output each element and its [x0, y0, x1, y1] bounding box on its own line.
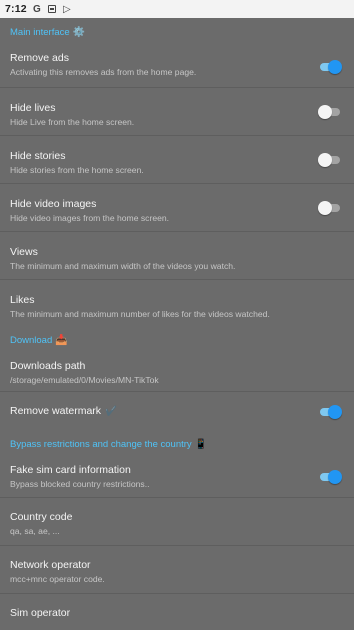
pref-title: Views: [10, 246, 38, 258]
pref-summary: The minimum and maximum number of likes …: [10, 309, 270, 319]
pref-country-code[interactable]: Country code qa, sa, ae, ...: [0, 498, 354, 546]
section-header-bypass: Bypass restrictions and change the count…: [0, 432, 354, 456]
pref-title: Sim operator: [10, 607, 71, 619]
pref-summary: Hide video images from the home screen.: [10, 213, 170, 223]
check-mark-icon: ✔️: [105, 406, 117, 417]
pref-title: Remove watermark ✔️: [10, 405, 304, 417]
pref-title: Country code: [10, 511, 73, 523]
section-header-main-interface: Main interface ⚙️: [0, 18, 354, 46]
settings-list: Main interface ⚙️ Remove ads Activating …: [0, 18, 354, 630]
pref-fake-sim[interactable]: Fake sim card information Bypass blocked…: [0, 456, 354, 498]
pref-summary: mcc+mnc operator code.: [10, 574, 105, 584]
pref-title: Network operator: [10, 559, 91, 571]
pref-title: Downloads path: [10, 360, 86, 372]
hide-lives-switch[interactable]: [318, 104, 342, 119]
pref-remove-watermark[interactable]: Remove watermark ✔️: [0, 392, 354, 432]
inbox-tray-icon: 📥: [55, 334, 68, 346]
pref-title: Hide lives: [10, 102, 56, 114]
pref-summary: Bypass blocked country restrictions..: [10, 479, 150, 489]
pref-views[interactable]: Views The minimum and maximum width of t…: [0, 232, 354, 280]
pref-remove-ads[interactable]: Remove ads Activating this removes ads f…: [0, 46, 354, 88]
section-title: Download: [10, 334, 53, 346]
pref-likes[interactable]: Likes The minimum and maximum number of …: [0, 280, 354, 328]
fake-sim-switch[interactable]: [318, 469, 342, 484]
section-title: Main interface: [10, 26, 70, 38]
google-g-icon: G: [32, 3, 41, 15]
remove-ads-switch[interactable]: [318, 59, 342, 74]
pref-title: Likes: [10, 294, 35, 306]
pref-summary: Hide Live from the home screen.: [10, 117, 135, 127]
play-store-icon: ▷: [62, 3, 71, 15]
pref-summary: Hide stories from the home screen.: [10, 165, 144, 175]
status-time: 7:12: [5, 3, 27, 15]
pref-network-operator[interactable]: Network operator mcc+mnc operator code.: [0, 546, 354, 594]
pref-downloads-path[interactable]: Downloads path /storage/emulated/0/Movie…: [0, 352, 354, 392]
pref-hide-lives[interactable]: Hide lives Hide Live from the home scree…: [0, 88, 354, 136]
status-bar: 7:12 G ▷: [0, 0, 354, 18]
pref-summary: qa, sa, ae, ...: [10, 526, 60, 536]
pref-hide-stories[interactable]: Hide stories Hide stories from the home …: [0, 136, 354, 184]
pref-title: Hide stories: [10, 150, 66, 162]
hide-video-images-switch[interactable]: [318, 200, 342, 215]
pref-summary: Activating this removes ads from the hom…: [10, 67, 197, 77]
pref-hide-video-images[interactable]: Hide video images Hide video images from…: [0, 184, 354, 232]
pref-summary: /storage/emulated/0/Movies/MN-TikTok: [10, 375, 159, 385]
pref-title: Remove ads: [10, 52, 69, 64]
mobile-phone-icon: 📱: [194, 438, 208, 450]
pref-title-text: Remove watermark: [10, 405, 102, 417]
pref-title: Hide video images: [10, 198, 97, 210]
gear-icon: ⚙️: [72, 26, 86, 38]
hide-stories-switch[interactable]: [318, 152, 342, 167]
pref-title: Fake sim card information: [10, 464, 131, 476]
pref-summary: The minimum and maximum width of the vid…: [10, 261, 236, 271]
remove-watermark-switch[interactable]: [318, 405, 342, 419]
section-header-download: Download 📥: [0, 328, 354, 352]
pref-sim-operator[interactable]: Sim operator: [0, 594, 354, 620]
section-title: Bypass restrictions and change the count…: [10, 438, 192, 450]
notification-square-icon: [47, 4, 57, 14]
